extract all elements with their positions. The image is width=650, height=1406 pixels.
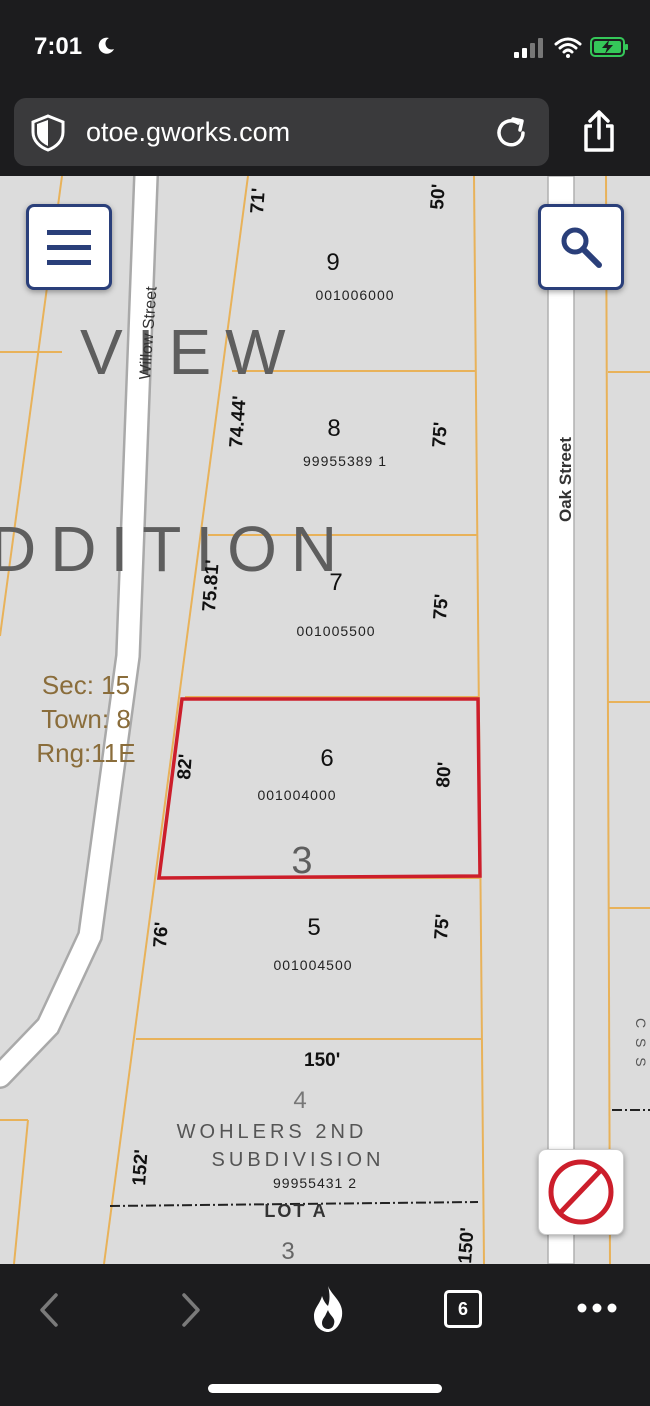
dimension-label: 71' bbox=[247, 187, 270, 214]
hamburger-menu-icon bbox=[47, 230, 91, 265]
parcel-lot-number: 5 bbox=[307, 914, 320, 941]
parcel-lot-number: 9 bbox=[326, 249, 339, 276]
wohlers-subdivision-line: SUBDIVISION bbox=[212, 1149, 385, 1171]
block-number: 3 bbox=[291, 840, 312, 882]
wohlers-subdivision-line: WOHLERS 2ND bbox=[177, 1121, 368, 1143]
search-button[interactable] bbox=[538, 204, 624, 290]
share-icon[interactable] bbox=[580, 110, 618, 154]
shield-icon bbox=[31, 114, 65, 152]
dimension-label: 75.81' bbox=[199, 559, 224, 612]
dimension-label: 74.44' bbox=[226, 395, 251, 448]
parcel-id: 001006000 bbox=[315, 287, 394, 303]
signal-icon bbox=[514, 38, 543, 58]
wifi-icon bbox=[554, 37, 582, 58]
parcel-id: 001004000 bbox=[257, 787, 336, 803]
clear-selection-button[interactable] bbox=[538, 1149, 624, 1235]
range-label: Rng:11E bbox=[36, 738, 135, 768]
township-label: Town: 8 bbox=[41, 704, 131, 734]
dimension-label: 50' bbox=[427, 183, 450, 210]
url-text[interactable]: otoe.gworks.com bbox=[86, 117, 290, 148]
dimension-label: 75' bbox=[430, 593, 453, 620]
moon-icon bbox=[98, 37, 114, 54]
battery-charging-icon bbox=[590, 37, 628, 57]
lower-block-number: 4 bbox=[293, 1087, 306, 1114]
willow-street-road[interactable] bbox=[0, 176, 157, 1087]
dimension-label: 75' bbox=[429, 421, 452, 448]
dimension-label: 82' bbox=[174, 753, 197, 780]
browser-toolbar: 6 bbox=[0, 1264, 650, 1406]
parcel-lot-number: 7 bbox=[329, 569, 342, 596]
parcel-id: 001005500 bbox=[296, 623, 375, 639]
home-indicator[interactable] bbox=[208, 1384, 442, 1393]
reload-icon[interactable] bbox=[492, 114, 530, 152]
dimension-label: 150' bbox=[455, 1227, 478, 1264]
lower-block-bottom-number: 3 bbox=[281, 1238, 294, 1264]
fire-icon[interactable] bbox=[308, 1284, 348, 1334]
more-options-icon[interactable] bbox=[576, 1302, 618, 1314]
parcel-lot-number: 8 bbox=[327, 415, 340, 442]
status-bar: 7:01 bbox=[0, 0, 650, 92]
tabs-button[interactable]: 6 bbox=[444, 1290, 482, 1328]
parcel-id: 99955431 2 bbox=[273, 1175, 357, 1191]
search-icon bbox=[561, 227, 602, 268]
edge-letters: C S S bbox=[633, 1018, 649, 1070]
parcel-id: 99955389 1 bbox=[303, 453, 387, 469]
dimension-label: 76' bbox=[150, 921, 173, 948]
url-bar[interactable]: otoe.gworks.com bbox=[14, 98, 549, 166]
section-label: Sec: 15 bbox=[42, 670, 130, 700]
status-time: 7:01 bbox=[34, 33, 83, 60]
prohibited-icon bbox=[548, 1159, 614, 1225]
forward-arrow-icon[interactable] bbox=[176, 1292, 206, 1328]
dimension-label: 152' bbox=[129, 1149, 152, 1187]
menu-button[interactable] bbox=[26, 204, 112, 290]
lot-a-label: LOT A bbox=[264, 1201, 327, 1221]
parcel-map[interactable]: VIEW DDITION Willow Street Oak Street Se… bbox=[0, 176, 650, 1264]
parcel-id: 001004500 bbox=[273, 957, 352, 973]
dimension-label: 80' bbox=[433, 761, 456, 788]
back-arrow-icon[interactable] bbox=[34, 1292, 64, 1328]
dimension-label: 75' bbox=[431, 913, 454, 940]
subdivision-word-view: VIEW bbox=[80, 316, 300, 388]
browser-address-area: otoe.gworks.com bbox=[0, 92, 650, 176]
subdivision-word-addition: DDITION bbox=[0, 513, 351, 585]
parcel-lot-number: 6 bbox=[320, 745, 333, 772]
dimension-label: 150' bbox=[304, 1050, 340, 1071]
parcel-map-canvas: VIEW DDITION Willow Street Oak Street Se… bbox=[0, 176, 650, 1264]
tab-count: 6 bbox=[457, 1299, 468, 1319]
oak-street-label: Oak Street bbox=[556, 437, 575, 522]
oak-street-road[interactable] bbox=[547, 176, 575, 1264]
